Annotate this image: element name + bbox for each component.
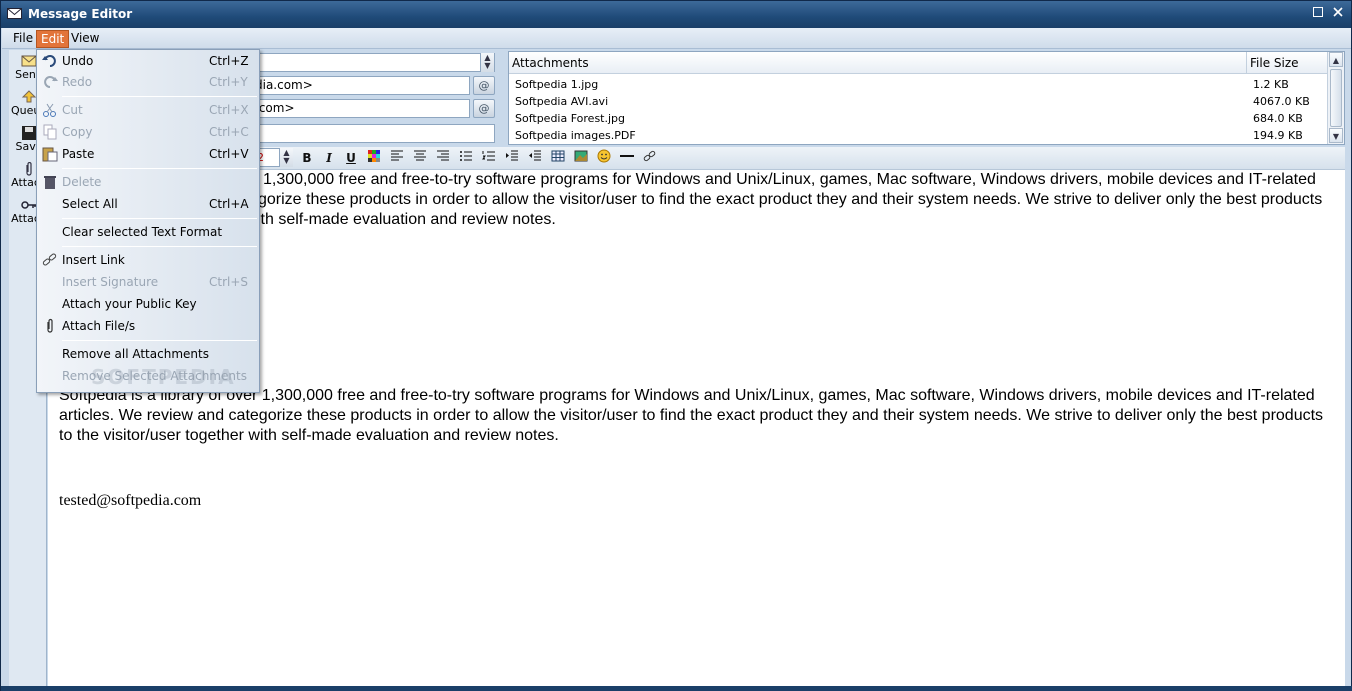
paperclip-icon bbox=[26, 162, 32, 176]
insert-link-button[interactable] bbox=[640, 149, 660, 167]
attachment-row[interactable]: Softpedia 1.jpg 1.2 KB bbox=[509, 76, 1327, 93]
cc-field[interactable]: .com> bbox=[251, 99, 470, 118]
address-book-icon: @ bbox=[478, 79, 490, 92]
close-button[interactable] bbox=[1330, 6, 1346, 22]
from-select-spinner[interactable]: ▲ ▼ bbox=[480, 53, 494, 72]
scroll-down-icon[interactable]: ▼ bbox=[1329, 128, 1343, 143]
menu-item-paste[interactable]: Paste Ctrl+V bbox=[37, 144, 259, 164]
smiley-icon bbox=[597, 149, 611, 163]
copy-icon bbox=[43, 124, 57, 140]
address-book-icon: @ bbox=[478, 102, 490, 115]
cc-address-book-button[interactable]: @ bbox=[473, 99, 495, 118]
color-grid-icon bbox=[368, 150, 380, 162]
edit-menu: Undo Ctrl+Z Redo Ctrl+Y Cut Ctrl+X Copy … bbox=[36, 49, 260, 393]
to-field[interactable]: dia.com> bbox=[251, 76, 470, 95]
queue-icon bbox=[21, 90, 37, 103]
undo-icon bbox=[42, 55, 56, 67]
body-paragraph-1-line-2: gorize these products in order to allow … bbox=[258, 191, 1323, 208]
italic-button[interactable]: I bbox=[319, 149, 339, 167]
paperclip-icon bbox=[47, 318, 53, 333]
link-icon bbox=[643, 150, 656, 162]
menu-item-cut[interactable]: Cut Ctrl+X bbox=[37, 100, 259, 120]
menu-item-attach-files[interactable]: Attach File/s bbox=[37, 316, 259, 336]
from-select[interactable] bbox=[251, 53, 495, 72]
underline-button[interactable]: U bbox=[341, 149, 361, 167]
numbered-list-icon bbox=[482, 151, 495, 161]
menu-bar: File Edit View bbox=[2, 28, 1351, 49]
menu-item-insert-signature[interactable]: Insert Signature Ctrl+S bbox=[37, 272, 259, 292]
body-paragraph-2-line-3: to the visitor/user together with self-m… bbox=[59, 427, 559, 444]
indent-icon bbox=[506, 150, 518, 161]
attachments-scrollbar[interactable]: ▲ ▼ bbox=[1327, 52, 1344, 144]
menu-item-undo[interactable]: Undo Ctrl+Z bbox=[37, 51, 259, 71]
horizontal-rule-button[interactable] bbox=[617, 149, 637, 167]
minimize-icon bbox=[1313, 7, 1323, 17]
body-paragraph-1-line-3: ith self-made evaluation and review note… bbox=[257, 211, 556, 228]
align-center-icon bbox=[414, 150, 426, 161]
trash-icon bbox=[44, 176, 56, 189]
attachment-row[interactable]: Softpedia Forest.jpg 684.0 KB bbox=[509, 110, 1327, 127]
body-paragraph-2-line-2: articles. We review and categorize these… bbox=[59, 407, 1324, 424]
menu-item-copy[interactable]: Copy Ctrl+C bbox=[37, 122, 259, 142]
attachments-list[interactable]: Attachments File Size Softpedia 1.jpg 1.… bbox=[508, 51, 1345, 145]
insert-table-button[interactable] bbox=[548, 149, 568, 167]
close-icon bbox=[1333, 7, 1343, 17]
scissors-icon bbox=[43, 103, 56, 117]
menu-item-delete[interactable]: Delete bbox=[37, 172, 259, 192]
horizontal-rule-icon bbox=[620, 155, 634, 157]
align-right-icon bbox=[437, 150, 449, 161]
format-toolbar: B I U bbox=[249, 147, 1345, 169]
title-bar[interactable]: Message Editor bbox=[1, 1, 1351, 28]
menu-item-select-all[interactable]: Select All Ctrl+A bbox=[37, 194, 259, 214]
body-paragraph-1-line-1: 1,300,000 free and free-to-try software … bbox=[263, 171, 1316, 188]
attachment-row[interactable]: Softpedia images.PDF 194.9 KB bbox=[509, 127, 1327, 144]
align-left-icon bbox=[391, 150, 403, 161]
envelope-icon bbox=[7, 8, 22, 19]
window-bottom-border bbox=[1, 686, 1352, 691]
subject-field[interactable] bbox=[251, 124, 495, 143]
align-center-button[interactable] bbox=[410, 149, 430, 167]
menu-file[interactable]: File bbox=[9, 30, 37, 48]
menu-item-redo[interactable]: Redo Ctrl+Y bbox=[37, 72, 259, 92]
watermark: SOFTPEDIA bbox=[91, 365, 236, 389]
attachment-row[interactable]: Softpedia AVI.avi 4067.0 KB bbox=[509, 93, 1327, 110]
paste-icon bbox=[42, 147, 58, 162]
menu-item-clear-format[interactable]: Clear selected Text Format bbox=[37, 222, 259, 242]
redo-icon bbox=[44, 76, 58, 88]
message-editor-window: Message Editor File Edit View Send Queue… bbox=[0, 0, 1352, 691]
numbered-list-button[interactable] bbox=[479, 149, 499, 167]
insert-smiley-button[interactable] bbox=[594, 149, 614, 167]
bullet-list-icon bbox=[460, 151, 472, 161]
minimize-button[interactable] bbox=[1310, 6, 1326, 22]
menu-item-insert-link[interactable]: Insert Link bbox=[37, 250, 259, 270]
to-address-book-button[interactable]: @ bbox=[473, 76, 495, 95]
attachments-header: Attachments File Size bbox=[509, 52, 1327, 74]
menu-view[interactable]: View bbox=[67, 30, 103, 48]
table-icon bbox=[551, 150, 565, 162]
outdent-button[interactable] bbox=[525, 149, 545, 167]
bold-button[interactable]: B bbox=[297, 149, 317, 167]
text-color-button[interactable] bbox=[364, 149, 384, 167]
image-icon bbox=[574, 150, 588, 162]
signature: tested@softpedia.com bbox=[59, 492, 202, 509]
window-title: Message Editor bbox=[28, 7, 133, 21]
link-icon bbox=[42, 253, 57, 266]
scroll-thumb[interactable] bbox=[1330, 69, 1342, 127]
indent-button[interactable] bbox=[502, 149, 522, 167]
key-icon bbox=[21, 201, 36, 209]
outdent-icon bbox=[529, 150, 541, 161]
menu-edit[interactable]: Edit bbox=[36, 30, 70, 48]
send-icon bbox=[21, 55, 37, 67]
menu-item-attach-public-key[interactable]: Attach your Public Key bbox=[37, 294, 259, 314]
col-attachments[interactable]: Attachments bbox=[512, 56, 589, 70]
scroll-up-icon[interactable]: ▲ bbox=[1329, 52, 1343, 67]
col-file-size[interactable]: File Size bbox=[1250, 56, 1299, 70]
menu-item-remove-all-attachments[interactable]: Remove all Attachments bbox=[37, 344, 259, 364]
floppy-icon bbox=[22, 126, 36, 140]
align-right-button[interactable] bbox=[433, 149, 453, 167]
bullet-list-button[interactable] bbox=[456, 149, 476, 167]
insert-image-button[interactable] bbox=[571, 149, 591, 167]
font-size-spinner[interactable]: ▲ ▼ bbox=[279, 148, 293, 167]
align-left-button[interactable] bbox=[387, 149, 407, 167]
